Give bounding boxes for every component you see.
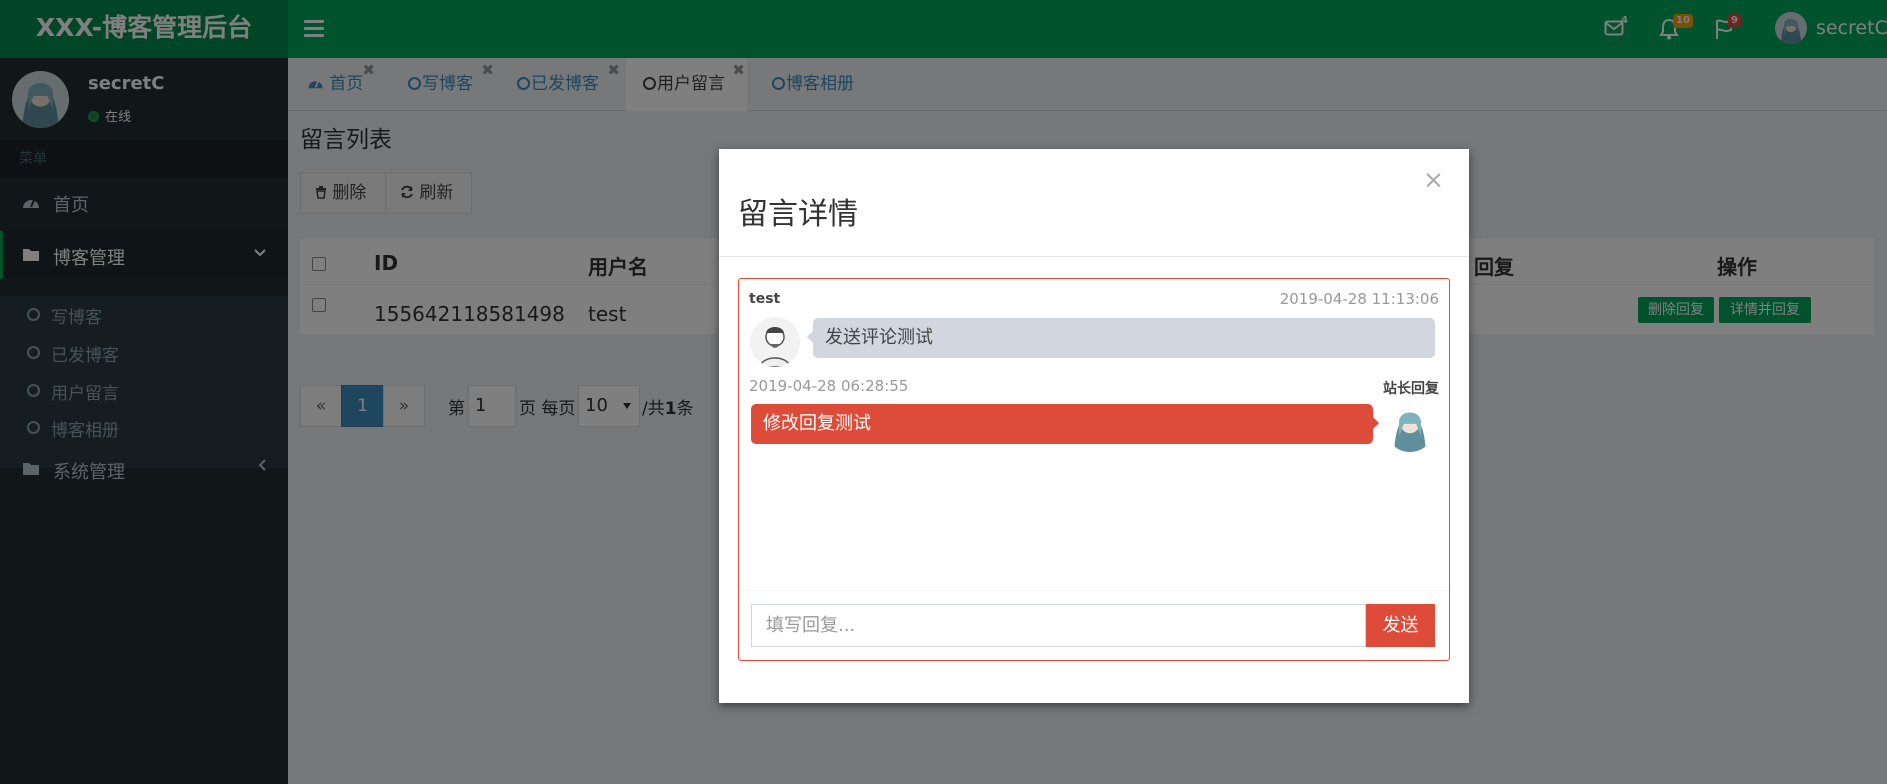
message-bubble: 发送评论测试 bbox=[807, 318, 1435, 358]
chat-footer-divider bbox=[739, 590, 1449, 591]
avatar bbox=[750, 317, 800, 367]
reply-author: 站长回复 bbox=[1383, 381, 1439, 397]
chat-box: test 2019-04-28 11:13:06 发送评论测试 2019-04-… bbox=[738, 278, 1450, 661]
reply-time: 2019-04-28 06:28:55 bbox=[749, 377, 909, 395]
message-author: test bbox=[749, 291, 781, 307]
modal-divider bbox=[719, 256, 1469, 257]
modal-title: 留言详情 bbox=[738, 197, 858, 232]
send-button[interactable]: 发送 bbox=[1366, 604, 1435, 647]
close-icon[interactable]: × bbox=[1423, 165, 1444, 194]
reply-bubble: 修改回复测试 bbox=[751, 404, 1379, 444]
message-time: 2019-04-28 11:13:06 bbox=[1279, 290, 1439, 308]
avatar bbox=[1385, 402, 1435, 452]
reply-input[interactable]: 填写回复... bbox=[751, 604, 1366, 647]
message-detail-modal: 留言详情 × test 2019-04-28 11:13:06 发送评论测试 2… bbox=[719, 149, 1469, 703]
